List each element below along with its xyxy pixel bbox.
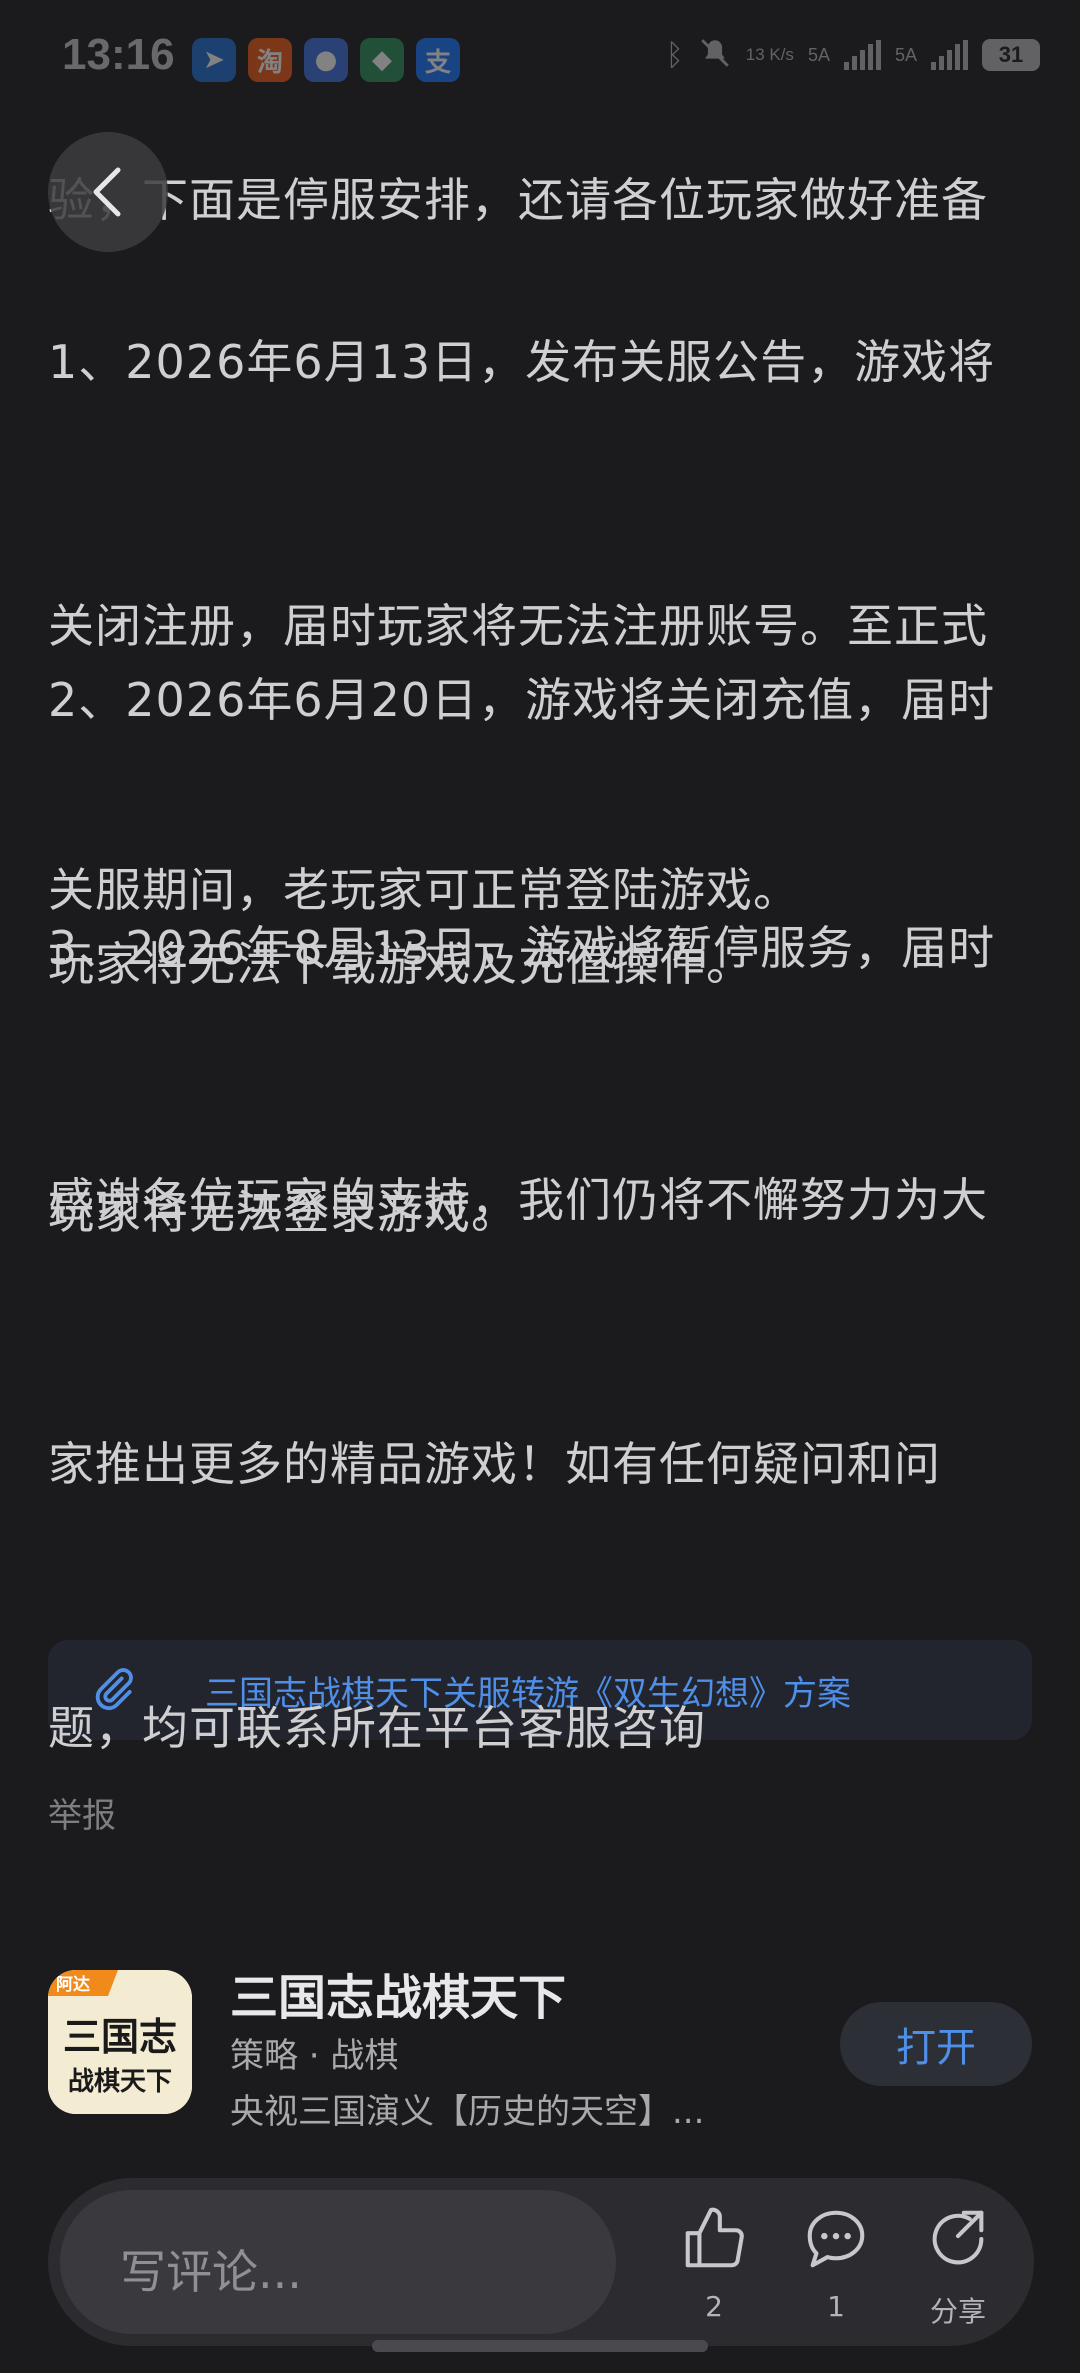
- comment-input[interactable]: 写评论...: [60, 2190, 616, 2334]
- svg-text:三国志: 三国志: [63, 2014, 177, 2059]
- comment-button[interactable]: 1: [786, 2202, 886, 2323]
- back-button[interactable]: [48, 132, 168, 252]
- chevron-left-icon: [93, 167, 121, 217]
- article-paragraph-4: 感谢各位玩家的支持，我们仍将不懈努力为大 家推出更多的精品游戏！如有任何疑问和问…: [48, 1173, 988, 1755]
- app-category: 策略 · 战棋: [230, 2036, 399, 2076]
- app-description: 央视三国演义【历史的天空】...: [230, 2092, 705, 2132]
- open-app-button[interactable]: 打开: [840, 2002, 1032, 2086]
- share-icon: [932, 2210, 984, 2265]
- svg-text:战棋天下: 战棋天下: [68, 2067, 172, 2097]
- game-app-icon[interactable]: 阿达 三国志 战棋天下: [48, 1970, 192, 2114]
- comment-placeholder: 写评论...: [120, 2245, 302, 2299]
- share-label: 分享: [929, 2295, 986, 2328]
- home-indicator[interactable]: [372, 2340, 708, 2352]
- thumbs-up-icon: [685, 2207, 744, 2268]
- bottom-action-bar: 写评论... 2 1 分享: [48, 2178, 1034, 2346]
- app-title[interactable]: 三国志战棋天下: [230, 1958, 566, 2028]
- game-logo: 阿达 三国志 战棋天下: [48, 1970, 192, 2114]
- comment-bubble-icon: [807, 2210, 865, 2268]
- share-button[interactable]: 分享: [908, 2202, 1008, 2330]
- like-count: 2: [705, 2290, 723, 2323]
- like-button[interactable]: 2: [664, 2202, 764, 2323]
- comment-count: 1: [827, 2290, 845, 2323]
- svg-text:阿达: 阿达: [56, 1974, 90, 1995]
